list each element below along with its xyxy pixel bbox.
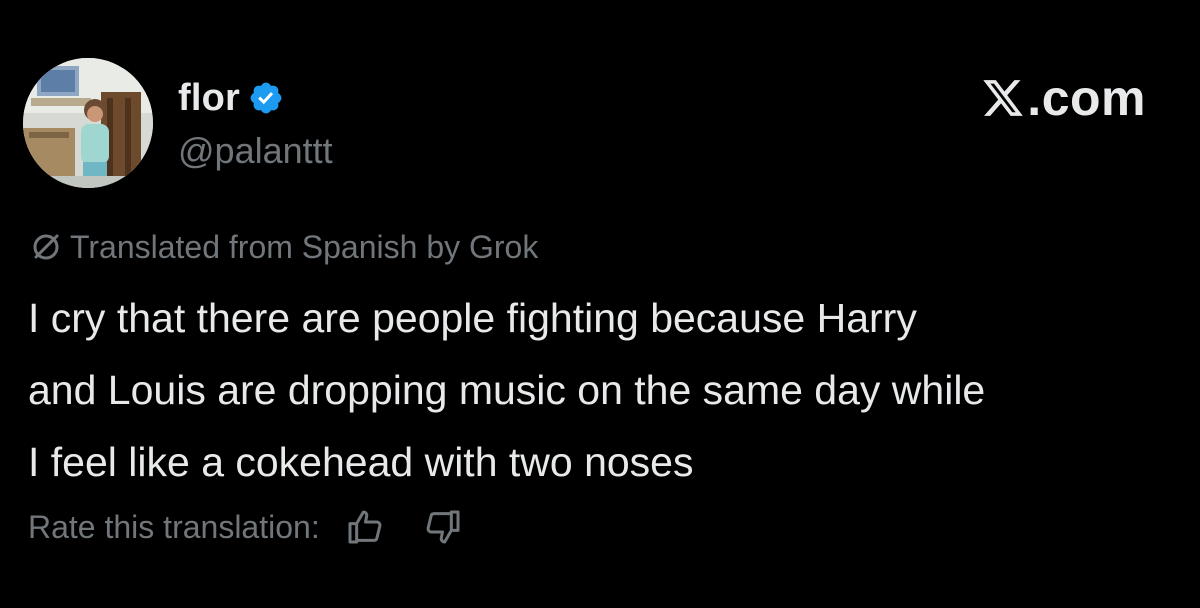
display-name[interactable]: flor	[178, 72, 240, 124]
tweet-line: I feel like a cokehead with two noses	[28, 439, 694, 485]
x-logo-icon	[983, 80, 1024, 116]
tweet-card: flor @palanttt .com Translated from Span…	[0, 0, 1200, 608]
tweet-line: I cry that there are people fighting bec…	[28, 295, 917, 341]
translation-note: Translated from Spanish by Grok	[30, 226, 538, 268]
brand-text: .com	[1027, 70, 1146, 126]
verified-badge-icon	[248, 80, 284, 116]
author-name-row[interactable]: flor	[178, 72, 284, 124]
translation-note-text: Translated from Spanish by Grok	[70, 229, 539, 265]
author-handle[interactable]: @palanttt	[178, 128, 333, 174]
rate-translation-row: Rate this translation:	[28, 502, 468, 552]
thumbs-down-icon	[426, 510, 460, 544]
thumbs-up-icon	[348, 510, 382, 544]
avatar[interactable]	[23, 58, 153, 188]
brand-watermark: .com	[981, 70, 1146, 126]
tweet-line: and Louis are dropping music on the same…	[28, 367, 986, 413]
thumbs-up-button[interactable]	[340, 502, 390, 552]
thumbs-down-button[interactable]	[418, 502, 468, 552]
translate-icon	[33, 234, 59, 260]
tweet-body: I cry that there are people fighting bec…	[28, 282, 1188, 498]
avatar-photo	[23, 58, 153, 188]
rate-translation-label: Rate this translation:	[28, 509, 320, 545]
